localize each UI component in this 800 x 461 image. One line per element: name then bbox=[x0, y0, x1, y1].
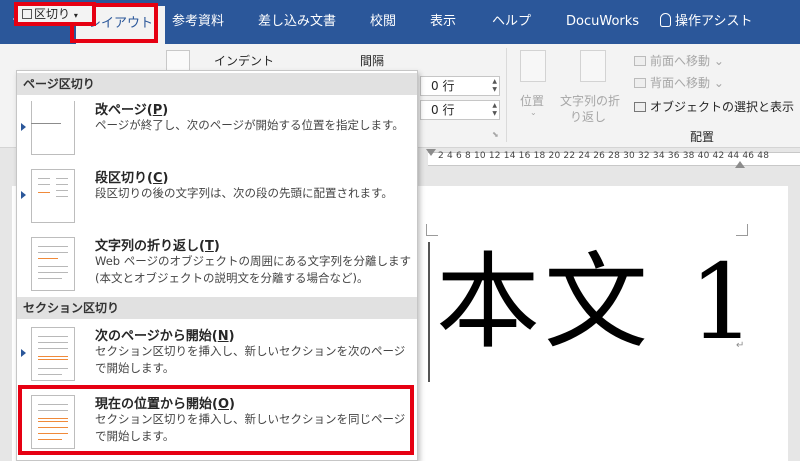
spacing-before-input[interactable]: 0 行 ▲ ▼ bbox=[420, 76, 500, 96]
spin-arrows-icon[interactable]: ▲ ▼ bbox=[492, 102, 497, 118]
dialog-launcher-icon[interactable]: ⬊ bbox=[492, 130, 499, 139]
menu-item-description: Web ページのオブジェクトの周囲にある文字列を分離します (本文とオブジェクト… bbox=[95, 254, 411, 285]
bring-forward-icon bbox=[634, 56, 646, 66]
next-page-break-icon bbox=[31, 327, 75, 381]
accelerator-key: C bbox=[152, 171, 163, 186]
ribbon-separator bbox=[506, 48, 507, 142]
send-backward-label: 背面へ移動 bbox=[650, 76, 711, 90]
tell-me-label: 操作アシスト bbox=[675, 14, 753, 29]
menu-item-title: 次のページから開始(N) bbox=[95, 325, 235, 344]
pointer-arrow-icon bbox=[21, 123, 26, 131]
indent-label: インデント bbox=[214, 54, 275, 68]
menu-item-description: 段区切りの後の文字列は、次の段の先頭に配置されます。 bbox=[95, 186, 393, 200]
spacing-after-input[interactable]: 0 行 ▲ ▼ bbox=[420, 100, 500, 120]
page-breaks-header: ページ区切り bbox=[17, 73, 417, 95]
tab-view[interactable]: 表示 bbox=[430, 9, 456, 35]
title-paren: ) bbox=[228, 329, 235, 344]
tab-docuworks[interactable]: DocuWorks bbox=[566, 9, 639, 35]
ruler-numbers: 2 4 6 8 10 12 14 16 18 20 22 24 26 28 30… bbox=[438, 151, 770, 161]
selection-pane-label: オブジェクトの選択と表示 bbox=[650, 100, 795, 114]
menu-item-title: 改ページ(P) bbox=[95, 99, 168, 118]
breaks-label: 区切り bbox=[34, 7, 71, 21]
accelerator-key: N bbox=[217, 329, 229, 344]
menu-item-page-break[interactable]: 改ページ(P) ページが終了し、次のページが開始する位置を指定します。 bbox=[17, 95, 417, 161]
crop-mark bbox=[426, 224, 438, 236]
page-break-icon bbox=[31, 101, 75, 155]
column-break-icon bbox=[31, 169, 75, 223]
title-paren: ) bbox=[162, 103, 169, 118]
title-paren: ) bbox=[162, 171, 169, 186]
send-backward-button[interactable]: 背面へ移動 ⌄ bbox=[634, 74, 724, 91]
bring-forward-label: 前面へ移動 bbox=[650, 54, 711, 68]
spacing-label: 間隔 bbox=[360, 54, 385, 68]
tab-help[interactable]: ヘルプ bbox=[492, 9, 531, 35]
wrap-text-label-2[interactable]: り返し bbox=[570, 108, 606, 125]
menu-item-description: ページが終了し、次のページが開始する位置を指定します。 bbox=[95, 118, 404, 132]
pointer-arrow-icon bbox=[21, 191, 26, 199]
indent-marker-icon[interactable] bbox=[426, 149, 436, 156]
selection-pane-button[interactable]: オブジェクトの選択と表示 bbox=[634, 98, 794, 115]
chevron-down-icon: ⌄ bbox=[530, 108, 537, 117]
paragraph-mark: ↵ bbox=[736, 340, 745, 351]
title-paren: ) bbox=[213, 239, 220, 254]
document-body-text[interactable]: 本文 1 bbox=[436, 242, 759, 362]
text-wrapping-icon bbox=[31, 237, 75, 291]
pointer-arrow-icon bbox=[21, 349, 26, 357]
menu-item-description: セクション区切りを挿入し、新しいセクションを次のページで開始します。 bbox=[95, 344, 406, 375]
menu-item-title: 文字列の折り返し(T) bbox=[95, 235, 220, 254]
arrange-group-label: 配置 bbox=[690, 130, 715, 144]
menu-item-column-break[interactable]: 段区切り(C) 段区切りの後の文字列は、次の段の先頭に配置されます。 bbox=[17, 163, 417, 229]
crop-mark bbox=[736, 224, 748, 236]
title-text: 段区切り( bbox=[95, 171, 153, 186]
spin-arrows-icon[interactable]: ▲ ▼ bbox=[492, 78, 497, 94]
wrap-text-icon[interactable] bbox=[580, 50, 606, 82]
menu-item-title: 段区切り(C) bbox=[95, 167, 168, 186]
bring-forward-button[interactable]: 前面へ移動 ⌄ bbox=[634, 52, 724, 69]
menu-item-text-wrapping[interactable]: 文字列の折り返し(T) Web ページのオブジェクトの周囲にある文字列を分離しま… bbox=[17, 231, 417, 297]
right-indent-marker-icon[interactable] bbox=[735, 161, 745, 168]
breaks-button[interactable]: 区切り ▾ bbox=[14, 2, 96, 26]
spacing-after-value: 0 行 bbox=[431, 103, 455, 117]
tab-tell-me[interactable]: 操作アシスト bbox=[660, 9, 752, 35]
lightbulb-icon bbox=[660, 13, 671, 27]
accelerator-key: T bbox=[204, 239, 214, 254]
spacing-before-value: 0 行 bbox=[431, 79, 455, 93]
continuous-item-highlight bbox=[18, 385, 414, 455]
accelerator-key: P bbox=[152, 103, 163, 118]
send-backward-icon bbox=[634, 78, 646, 88]
wrap-text-label-1[interactable]: 文字列の折 bbox=[560, 92, 620, 109]
title-text: 改ページ( bbox=[95, 103, 153, 118]
selection-pane-icon bbox=[634, 102, 646, 112]
position-label[interactable]: 位置 bbox=[520, 92, 544, 109]
tab-mailings[interactable]: 差し込み文書 bbox=[258, 9, 336, 35]
text-cursor bbox=[428, 242, 430, 382]
title-text: 文字列の折り返し( bbox=[95, 239, 205, 254]
title-text: 次のページから開始( bbox=[95, 329, 218, 344]
position-icon[interactable] bbox=[520, 50, 546, 82]
menu-item-next-page[interactable]: 次のページから開始(N) セクション区切りを挿入し、新しいセクションを次のページ… bbox=[17, 321, 417, 387]
breaks-icon bbox=[22, 9, 32, 19]
chevron-down-icon: ▾ bbox=[73, 11, 78, 20]
tab-review[interactable]: 校閲 bbox=[370, 9, 396, 35]
tab-references[interactable]: 参考資料 bbox=[172, 9, 224, 35]
section-breaks-header: セクション区切り bbox=[17, 297, 417, 319]
